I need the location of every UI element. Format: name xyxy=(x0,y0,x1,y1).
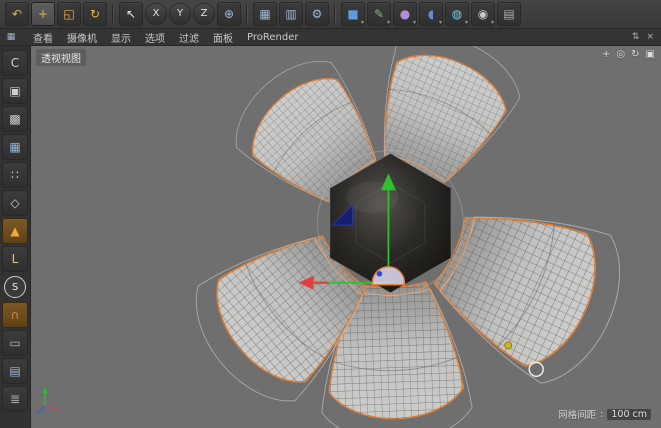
render-settings-icon[interactable]: ⚙ xyxy=(305,2,329,26)
blue-handle-dot[interactable] xyxy=(376,271,383,277)
cinema4d-window: ↶ + ◱ ↻ ↖ X Y Z ⊕ ▦ ▥ ⚙ ■ ▾ ✎ ▾ ● ▾ ◖ ▾ ◍ ▾ ◉ ▾ ▤ ▦ 查看 摄像机 显示 选项 过滤面… xyxy=(0,0,661,428)
undo-icon[interactable]: ↶ xyxy=(5,2,29,26)
toolbar-separator xyxy=(334,4,336,24)
menu-items: 查看 摄像机 显示 选项 过滤 面板 ProRender xyxy=(26,29,305,45)
viewport-panel-icon[interactable]: ▦ xyxy=(4,31,18,43)
view-label[interactable]: 透视视图 xyxy=(36,49,86,66)
model-mode-icon[interactable]: ▣ xyxy=(2,78,28,104)
menu-item-prorender[interactable]: ProRender xyxy=(240,29,305,45)
edges-mode-icon[interactable]: ◇ xyxy=(2,190,28,216)
axis-x xyxy=(44,405,59,410)
scene-canvas[interactable] xyxy=(31,46,661,428)
layer-manager-icon[interactable]: ≣ xyxy=(2,386,28,412)
toolbar: ↶ + ◱ ↻ ↖ X Y Z ⊕ ▦ ▥ ⚙ ■ ▾ ✎ ▾ ● ▾ ◖ ▾ ◍ ▾ ◉ ▾ ▤ xyxy=(0,0,661,29)
toggle-view-icon[interactable]: ▣ xyxy=(646,49,655,60)
x-axis-lock-icon[interactable]: X xyxy=(145,3,167,25)
menu-item-view[interactable]: 查看 xyxy=(26,29,60,45)
axis-mode-icon[interactable]: L xyxy=(2,246,28,272)
rotate-tool-icon[interactable]: ↻ xyxy=(83,2,107,26)
view-corner-icons: + ◎ ↻ ▣ xyxy=(602,49,655,60)
add-deformer-icon[interactable]: ◖ ▾ xyxy=(419,2,443,26)
dropdown-arrow-icon: ▾ xyxy=(464,19,468,26)
zoom-view-icon[interactable]: ◎ xyxy=(616,49,625,60)
polygons-mode-icon[interactable]: ▲ xyxy=(2,218,28,244)
flower-model[interactable] xyxy=(36,46,643,428)
y-axis-lock-icon[interactable]: Y xyxy=(169,3,191,25)
workplane-lock-icon[interactable]: ▭ xyxy=(2,330,28,356)
texture-mode-icon[interactable]: ▩ xyxy=(2,106,28,132)
pan-view-icon[interactable]: + xyxy=(602,49,610,60)
menu-item-options[interactable]: 选项 xyxy=(138,29,172,45)
toolbar-separator xyxy=(246,4,248,24)
viewport-menubar: ▦ 查看 摄像机 显示 选项 过滤 面板 ProRender ⇅ × xyxy=(0,29,661,46)
viewport-filter-icon[interactable]: ▤ xyxy=(2,358,28,384)
make-editable-icon[interactable]: C xyxy=(2,50,28,76)
axis-y-arrow xyxy=(42,387,48,394)
grid-spacing: 网格间距 : 100 cm xyxy=(558,407,651,421)
render-view-icon[interactable]: ▦ xyxy=(253,2,277,26)
menu-item-filter[interactable]: 过滤 xyxy=(172,29,206,45)
dropdown-arrow-icon: ▾ xyxy=(412,19,416,26)
render-picture-viewer-icon[interactable]: ▥ xyxy=(279,2,303,26)
cursor-ring xyxy=(528,361,544,377)
subdivision-surface-icon[interactable]: ● ▾ xyxy=(393,2,417,26)
grid-spacing-value: 100 cm xyxy=(607,408,651,420)
world-axis-indicator xyxy=(36,387,59,414)
menu-item-display[interactable]: 显示 xyxy=(104,29,138,45)
main-area: C ▣ ▩ ▦ ∷ ◇ ▲ L S ∩ ▭ ▤ ≣ 透视视图 + ◎ ↻ ▣ 网… xyxy=(0,46,661,428)
menu-item-panel[interactable]: 面板 xyxy=(206,29,240,45)
viewport[interactable]: 透视视图 + ◎ ↻ ▣ 网格间距 : 100 cm xyxy=(31,46,661,428)
dropdown-arrow-icon: ▾ xyxy=(438,19,442,26)
dropdown-arrow-icon: ▾ xyxy=(490,19,494,26)
dropdown-arrow-icon: ▾ xyxy=(360,19,364,26)
snap-icon[interactable]: S xyxy=(4,276,26,298)
add-environment-icon[interactable]: ◍ ▾ xyxy=(445,2,469,26)
toolbar-separator xyxy=(112,4,114,24)
magnet-snap-icon[interactable]: ∩ xyxy=(2,302,28,328)
axis-z xyxy=(36,405,46,414)
workplane-mode-icon[interactable]: ▦ xyxy=(2,134,28,160)
menu-item-cameras[interactable]: 摄像机 xyxy=(60,29,104,45)
coordinate-system-icon[interactable]: ⊕ xyxy=(217,2,241,26)
z-axis-lock-icon[interactable]: Z xyxy=(193,3,215,25)
display-filter-icon[interactable]: ▤ xyxy=(497,2,521,26)
add-spline-icon[interactable]: ✎ ▾ xyxy=(367,2,391,26)
live-selection-icon[interactable]: ↖ xyxy=(119,2,143,26)
add-primitive-icon[interactable]: ■ ▾ xyxy=(341,2,365,26)
menubar-right-icons: ⇅ × xyxy=(632,32,661,42)
grid-spacing-label: 网格间距 xyxy=(558,410,597,421)
grid-spacing-sep: : xyxy=(600,408,604,420)
points-mode-icon[interactable]: ∷ xyxy=(2,162,28,188)
dropdown-arrow-icon: ▾ xyxy=(386,19,390,26)
panel-close-icon[interactable]: × xyxy=(646,32,654,42)
edge-highlight-dot xyxy=(504,341,513,350)
panel-arrange-icon[interactable]: ⇅ xyxy=(632,32,640,42)
rotate-view-icon[interactable]: ↻ xyxy=(631,49,639,60)
add-camera-icon[interactable]: ◉ ▾ xyxy=(471,2,495,26)
scale-tool-icon[interactable]: ◱ xyxy=(57,2,81,26)
mode-sidebar: C ▣ ▩ ▦ ∷ ◇ ▲ L S ∩ ▭ ▤ ≣ xyxy=(0,46,31,428)
move-tool-icon[interactable]: + xyxy=(31,2,55,26)
